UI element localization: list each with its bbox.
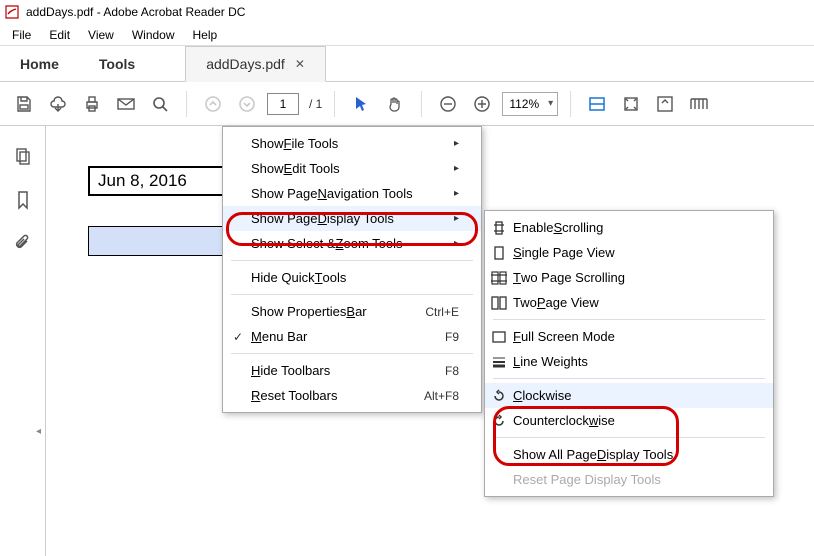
menu-view[interactable]: View (80, 26, 122, 44)
zoom-value: 112% (509, 97, 539, 111)
menu-line-weights[interactable]: Line Weights (485, 349, 773, 374)
hand-tool-icon[interactable] (381, 90, 409, 118)
date-text-field[interactable]: Jun 8, 2016 (88, 166, 228, 196)
menu-show-display-tools[interactable]: Show Page Display Tools▸ (223, 206, 481, 231)
selection-arrow-icon[interactable] (347, 90, 375, 118)
menu-show-nav-tools[interactable]: Show Page Navigation Tools▸ (223, 181, 481, 206)
menu-show-edit-tools[interactable]: Show Edit Tools▸ (223, 156, 481, 181)
read-mode-icon[interactable] (685, 90, 713, 118)
fullscreen-small-icon (491, 329, 507, 345)
menu-show-file-tools[interactable]: Show File Tools▸ (223, 131, 481, 156)
menu-hide-toolbars[interactable]: Hide ToolbarsF8 (223, 358, 481, 383)
tab-document-label: addDays.pdf (206, 56, 285, 72)
menu-edit[interactable]: Edit (41, 26, 78, 44)
acrobat-icon (4, 4, 20, 20)
page-down-icon[interactable] (233, 90, 261, 118)
search-icon[interactable] (146, 90, 174, 118)
mail-icon[interactable] (112, 90, 140, 118)
page-number-input[interactable] (267, 93, 299, 115)
menu-two-page-scrolling[interactable]: Two Page Scrolling (485, 265, 773, 290)
fit-page-icon[interactable] (617, 90, 645, 118)
window-title: addDays.pdf - Adobe Acrobat Reader DC (26, 5, 245, 19)
page-display-submenu: Enable Scrolling Single Page View Two Pa… (484, 210, 774, 497)
tab-document[interactable]: addDays.pdf ✕ (185, 46, 326, 82)
close-tab-icon[interactable]: ✕ (295, 57, 305, 71)
toolbar-separator (421, 91, 422, 117)
menu-file[interactable]: File (4, 26, 39, 44)
attachment-icon[interactable] (11, 232, 35, 256)
save-icon[interactable] (10, 90, 38, 118)
single-page-icon (491, 245, 507, 261)
menu-show-properties-bar[interactable]: Show Properties BarCtrl+E (223, 299, 481, 324)
page-total-label: / 1 (309, 97, 322, 111)
page-up-icon[interactable] (199, 90, 227, 118)
main-toolbar: / 1 112% (0, 82, 814, 126)
menu-reset-display-tools: Reset Page Display Tools (485, 467, 773, 492)
empty-form-field[interactable] (88, 226, 228, 256)
rotate-ccw-icon (491, 413, 507, 429)
zoom-select[interactable]: 112% (502, 92, 558, 116)
cloud-icon[interactable] (44, 90, 72, 118)
title-bar: addDays.pdf - Adobe Acrobat Reader DC (0, 0, 814, 24)
menu-single-page-view[interactable]: Single Page View (485, 240, 773, 265)
print-icon[interactable] (78, 90, 106, 118)
thumbnails-icon[interactable] (11, 144, 35, 168)
menu-show-zoom-tools[interactable]: Show Select & Zoom Tools▸ (223, 231, 481, 256)
menu-two-page-view[interactable]: Two Page View (485, 290, 773, 315)
toolbar-context-menu: Show File Tools▸ Show Edit Tools▸ Show P… (222, 126, 482, 413)
menu-full-screen-mode[interactable]: Full Screen Mode (485, 324, 773, 349)
enable-scrolling-icon (491, 220, 507, 236)
tab-tools[interactable]: Tools (79, 46, 155, 81)
two-page-scroll-icon (491, 270, 507, 286)
submenu-arrow-icon: ▸ (454, 213, 459, 224)
fit-width-icon[interactable] (583, 90, 611, 118)
toolbar-separator (186, 91, 187, 117)
toolbar-separator (334, 91, 335, 117)
zoom-in-icon[interactable] (468, 90, 496, 118)
line-weights-icon (491, 354, 507, 370)
menu-reset-toolbars[interactable]: Reset ToolbarsAlt+F8 (223, 383, 481, 408)
toolbar-separator (570, 91, 571, 117)
submenu-arrow-icon: ▸ (454, 238, 459, 249)
tab-home-label: Home (20, 56, 59, 72)
fullscreen-icon[interactable] (651, 90, 679, 118)
bookmark-icon[interactable] (11, 188, 35, 212)
menu-window[interactable]: Window (124, 26, 183, 44)
menu-rotate-clockwise[interactable]: Clockwise (485, 383, 773, 408)
tab-home[interactable]: Home (0, 46, 79, 81)
two-page-icon (491, 295, 507, 311)
submenu-arrow-icon: ▸ (454, 163, 459, 174)
submenu-arrow-icon: ▸ (454, 138, 459, 149)
collapse-sidebar-icon[interactable]: ◂ (36, 426, 41, 437)
menu-show-all-display-tools[interactable]: Show All Page Display Tools (485, 442, 773, 467)
submenu-arrow-icon: ▸ (454, 188, 459, 199)
menu-help[interactable]: Help (185, 26, 226, 44)
menu-bar: File Edit View Window Help (0, 24, 814, 46)
menu-hide-quick-tools[interactable]: Hide Quick Tools (223, 265, 481, 290)
zoom-out-icon[interactable] (434, 90, 462, 118)
menu-enable-scrolling[interactable]: Enable Scrolling (485, 215, 773, 240)
menu-menu-bar[interactable]: Menu BarF9 (223, 324, 481, 349)
menu-rotate-counterclockwise[interactable]: Counterclockwise (485, 408, 773, 433)
tab-tools-label: Tools (99, 56, 135, 72)
left-sidebar: ◂ (0, 126, 46, 556)
rotate-cw-icon (491, 388, 507, 404)
tab-bar: Home Tools addDays.pdf ✕ (0, 46, 814, 82)
